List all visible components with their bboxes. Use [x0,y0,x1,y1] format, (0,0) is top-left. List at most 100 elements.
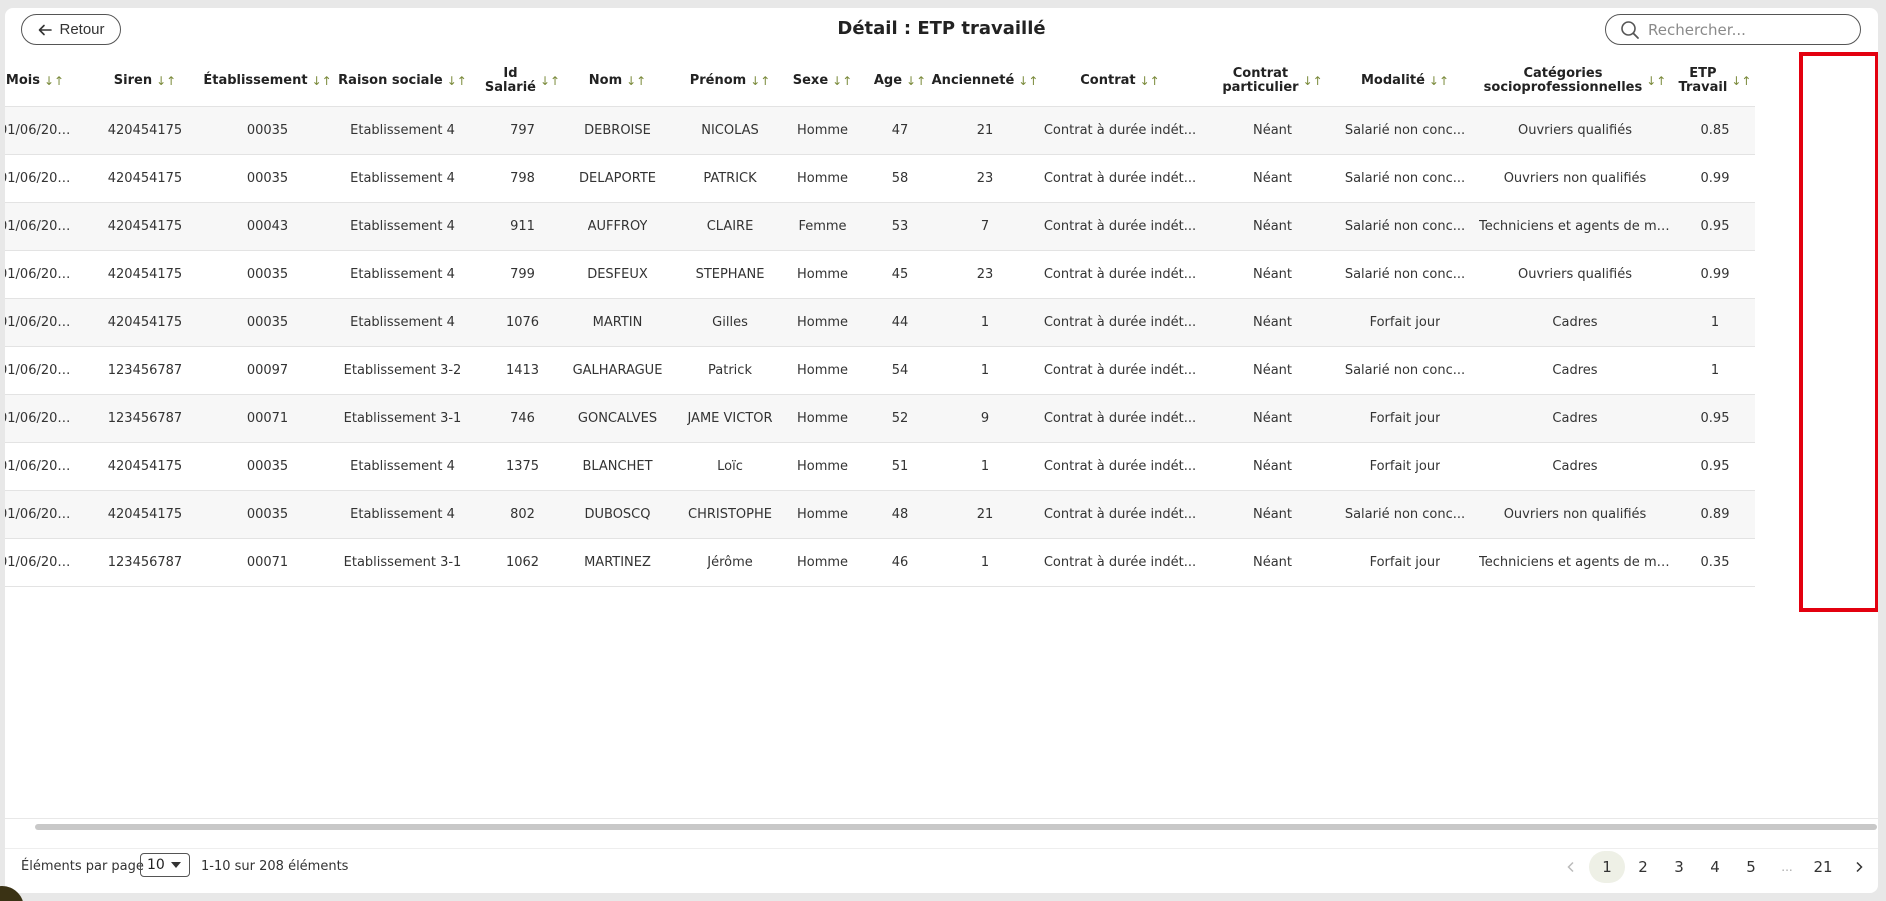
column-header[interactable]: Sexe ↓↑ [785,56,860,106]
column-header[interactable]: Ancienneté ↓↑ [932,56,1039,106]
table-cell: 0.89 [1675,490,1755,538]
cell-text: 45 [891,267,909,282]
sort-icon[interactable]: ↓↑ [447,74,467,88]
cell-text: 1 [980,459,990,474]
cell-text: Forfait jour [1369,315,1441,330]
cell-text: 01/06/2024 [5,123,71,138]
table-cell: Homme [785,250,860,298]
page-button[interactable]: 2 [1625,851,1661,883]
cell-text: DUBOSCQ [584,507,651,522]
cell-text: 1 [1710,315,1720,330]
cell-text: 123456787 [107,363,183,378]
table-cell: Néant [1210,538,1335,586]
table-cell: 420454175 [75,250,215,298]
page-title: Détail : ETP travaillé [837,18,1046,39]
column-header[interactable]: Age ↓↑ [860,56,940,106]
cell-text: 00035 [246,507,289,522]
column-header-line1: Ancienneté [931,73,1015,88]
cell-text: Patrick [708,363,752,378]
column-header[interactable]: Prénom ↓↑ [675,56,785,106]
sort-icon[interactable]: ↓↑ [1731,74,1751,88]
column-header[interactable]: Raison sociale ↓↑ [320,56,485,106]
table-cell: Néant [1210,250,1335,298]
page-button[interactable]: 3 [1661,851,1697,883]
sort-icon[interactable]: ↓↑ [750,74,770,88]
table-cell: 51 [860,442,940,490]
search-box[interactable] [1605,14,1861,45]
next-page-button[interactable] [1841,851,1877,883]
column-header[interactable]: Contrat particulier ↓↑ [1210,56,1335,106]
table-cell: Femme [785,202,860,250]
cell-text: 0.89 [1700,507,1730,522]
column-header-line1: Modalité [1361,73,1425,88]
sort-icon[interactable]: ↓↑ [626,74,646,88]
table-cell: Etablissement 4 [320,250,485,298]
scrollbar-thumb[interactable] [35,824,1877,830]
per-page-select[interactable]: 10 [140,853,190,877]
table-cell: Techniciens et agents de maît... [1475,202,1675,250]
table-bottom-border [675,586,785,587]
cell-text: 9 [980,411,990,426]
column-header-label: Contrat [1080,74,1135,88]
sort-icon[interactable]: ↓↑ [1646,74,1666,88]
page-button[interactable]: 1 [1589,851,1625,883]
table-cell: 01/06/2024 [5,250,75,298]
table-cell: 54 [860,346,940,394]
prev-page-button[interactable] [1553,851,1589,883]
column-header[interactable]: ETP Travail ↓↑ [1675,56,1755,106]
column-header[interactable]: Établissement ↓↑ [203,56,331,106]
table-cell: Ouvriers qualifiés [1475,106,1675,154]
table-cell: 01/06/2024 [5,490,75,538]
sort-icon[interactable]: ↓↑ [832,74,852,88]
column-header[interactable]: Catégories socioprofessionnelles ↓↑ [1475,56,1675,106]
cell-text: DESFEUX [587,267,648,282]
cell-text: 420454175 [107,219,183,234]
table-cell: Loïc [675,442,785,490]
cell-text: Homme [796,411,849,426]
column-header[interactable]: Mois ↓↑ [5,56,75,106]
cell-text: 420454175 [107,123,183,138]
table-cell: 1 [1675,298,1755,346]
column-header[interactable]: Contrat ↓↑ [1030,56,1210,106]
column-header[interactable]: Siren ↓↑ [75,56,215,106]
column-header[interactable]: Modalité ↓↑ [1335,56,1475,106]
sort-icon[interactable]: ↓↑ [156,74,176,88]
cell-text: Homme [796,171,849,186]
cell-text: 48 [891,507,909,522]
table-cell: Salarié non conc... [1335,346,1475,394]
column-header[interactable]: Nom ↓↑ [560,56,675,106]
cell-text: Contrat à durée indét... [1043,507,1197,522]
horizontal-scrollbar[interactable] [5,818,1878,832]
column-header[interactable]: Id Salarié ↓↑ [485,56,560,106]
search-input[interactable] [1648,20,1838,39]
column-header-line1: Nom [588,73,623,88]
cell-text: 01/06/2024 [5,315,71,330]
cell-text: 00035 [246,459,289,474]
page-button[interactable]: 5 [1733,851,1769,883]
sort-icon[interactable]: ↓↑ [1303,74,1323,88]
table-cell: 01/06/2024 [5,538,75,586]
sort-icon[interactable]: ↓↑ [44,74,64,88]
sort-icon[interactable]: ↓↑ [906,74,926,88]
page-button[interactable]: 21 [1805,851,1841,883]
table-cell: 23 [940,250,1030,298]
sort-icon[interactable]: ↓↑ [1429,74,1449,88]
table-cell: 1375 [485,442,560,490]
page-button[interactable]: 4 [1697,851,1733,883]
cell-text: Loïc [717,459,743,474]
cell-text: Néant [1252,507,1293,522]
table-cell: Forfait jour [1335,442,1475,490]
table-cell: 01/06/2024 [5,106,75,154]
column-header-label: Modalité [1361,74,1425,88]
table-cell: Contrat à durée indét... [1030,202,1210,250]
table-cell: 1413 [485,346,560,394]
range-text: 1-10 sur 208 éléments [201,859,349,874]
sort-icon[interactable]: ↓↑ [540,74,560,88]
cell-text: CHRISTOPHE [688,507,772,522]
table-cell: 0.95 [1675,202,1755,250]
per-page-value: 10 [147,857,165,873]
column-header-label: Age [874,74,902,88]
table-cell: BLANCHET [560,442,675,490]
sort-icon[interactable]: ↓↑ [1140,74,1160,88]
cell-text: Etablissement 3-2 [343,363,462,378]
